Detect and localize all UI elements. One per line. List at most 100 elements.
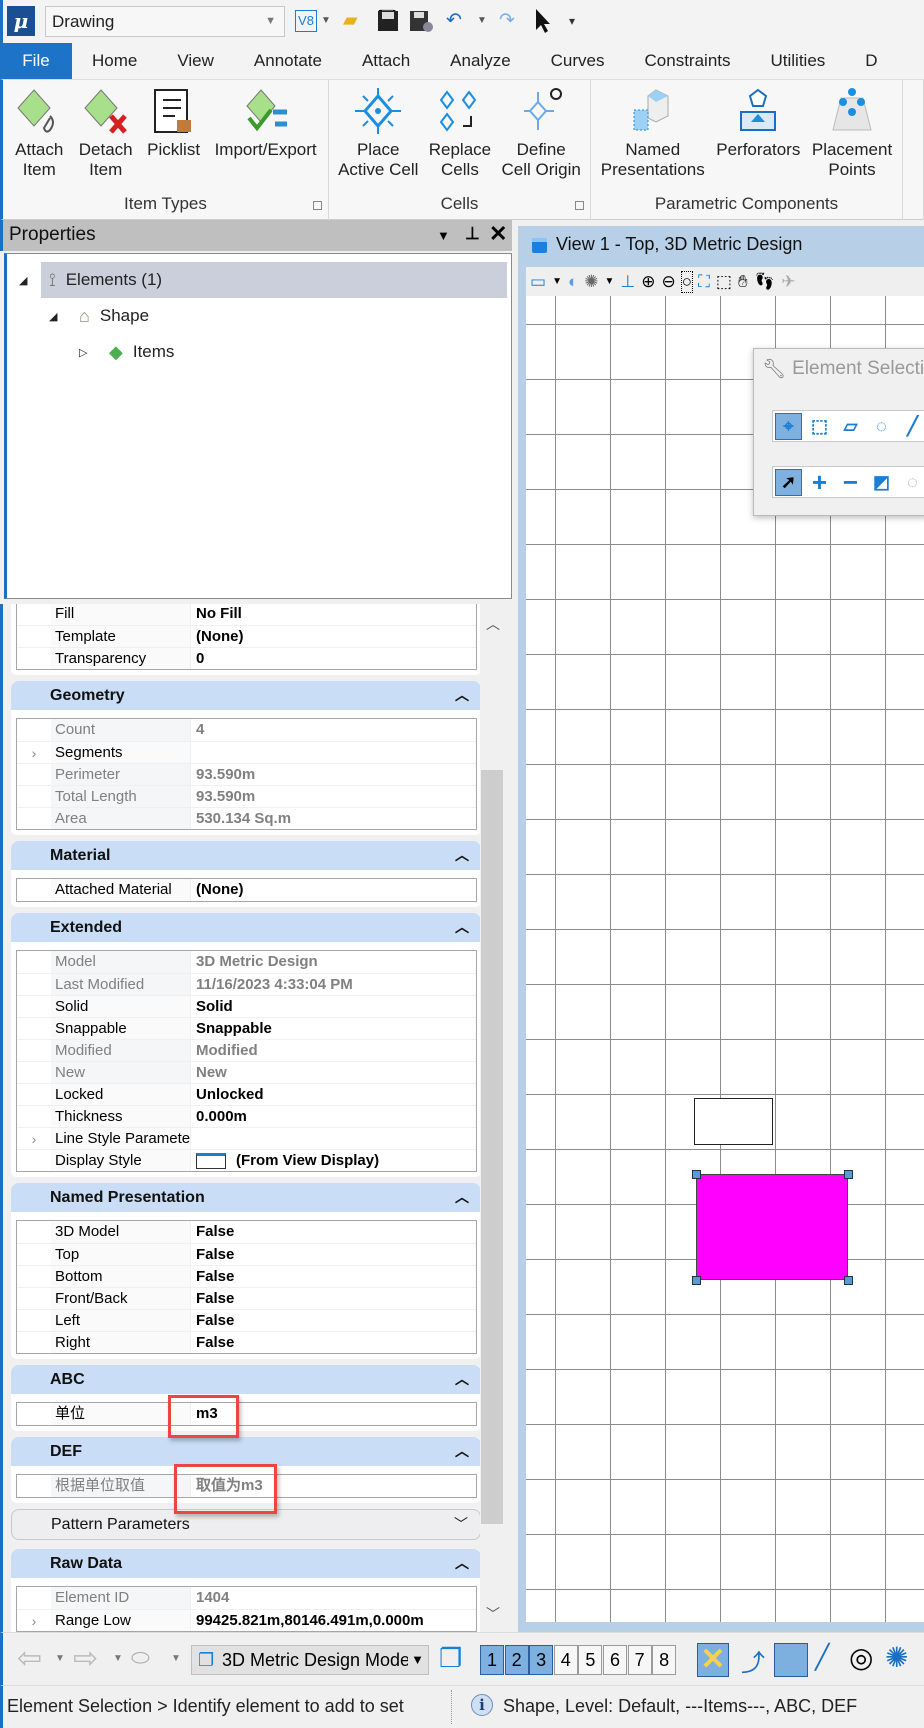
tab-utilities[interactable]: Utilities	[751, 43, 846, 79]
back-icon[interactable]: ⇦	[17, 1641, 42, 1676]
property-row[interactable]: Attached Material (None)	[17, 879, 476, 901]
property-value[interactable]	[191, 1128, 476, 1149]
update-view-icon[interactable]: ⊥	[620, 272, 635, 292]
scrollbar-thumb[interactable]	[481, 770, 503, 1524]
invert-mode-icon[interactable]: ◩	[868, 469, 895, 496]
selected-shape[interactable]	[696, 1174, 848, 1280]
picklist-button[interactable]: Picklist	[147, 86, 200, 180]
tab-constraints[interactable]: Constraints	[625, 43, 751, 79]
attach-item-button[interactable]: Attach Item	[14, 86, 64, 180]
shape-method-icon[interactable]: ▱	[837, 413, 864, 440]
property-row[interactable]: Bottom False	[17, 1265, 476, 1287]
chevron-down-icon[interactable]: ▼	[113, 1653, 123, 1664]
block-method-icon[interactable]: ⬚	[806, 413, 833, 440]
tab-d[interactable]: D	[845, 43, 897, 79]
property-row[interactable]: New New	[17, 1061, 476, 1083]
property-grid-scrollbar[interactable]: ︿ ﹀	[480, 604, 505, 1632]
property-row[interactable]: › Segments	[17, 741, 476, 763]
section-header[interactable]: Material ︿	[11, 841, 481, 870]
property-value[interactable]: (None)	[191, 879, 476, 901]
section-header[interactable]: DEF ︿	[11, 1437, 481, 1466]
new-mode-icon[interactable]: ➚	[775, 468, 802, 496]
undo-icon[interactable]: ↶	[446, 9, 462, 33]
property-value[interactable]: Modified	[191, 1040, 476, 1061]
property-value[interactable]: New	[191, 1062, 476, 1083]
window-area-icon[interactable]: ○	[680, 270, 694, 293]
property-value[interactable]: (From View Display)	[191, 1150, 476, 1171]
redo-icon[interactable]: ↷	[499, 9, 515, 33]
section-header[interactable]: Raw Data ︿	[11, 1549, 481, 1578]
chevron-up-icon[interactable]: ︿	[455, 841, 469, 870]
view-toggle-7[interactable]: 7	[627, 1645, 652, 1675]
property-row[interactable]: Display Style (From View Display)	[17, 1149, 476, 1171]
pin-icon[interactable]: ⊥	[465, 224, 480, 244]
property-row[interactable]: Thickness 0.000m	[17, 1105, 476, 1127]
property-row[interactable]: Right False	[17, 1331, 476, 1353]
snap-icon[interactable]: ⤴	[741, 1643, 765, 1678]
property-row[interactable]: Modified Modified	[17, 1039, 476, 1061]
section-header[interactable]: Extended ︿	[11, 913, 481, 942]
midpoint-snap-icon[interactable]: ╱	[815, 1643, 829, 1672]
property-row[interactable]: › Range Low 99425.821m,80146.491m,0.000m	[17, 1609, 476, 1631]
origin-snap-icon[interactable]: ✺	[885, 1641, 908, 1674]
property-value[interactable]: 1404	[191, 1587, 476, 1609]
grip-handle[interactable]	[844, 1276, 853, 1285]
tree-node-items[interactable]: ▷ ◆ Items	[79, 334, 174, 370]
select-icon[interactable]	[533, 8, 551, 34]
property-row[interactable]: Front/Back False	[17, 1287, 476, 1309]
property-row[interactable]: 单位 m3	[17, 1403, 476, 1425]
walk-icon[interactable]: 👣︎	[754, 272, 776, 292]
keypoint-snap-icon[interactable]	[774, 1643, 808, 1677]
app-logo[interactable]: μ	[7, 6, 35, 36]
define-cell-origin-button[interactable]: Define Cell Origin	[501, 86, 581, 180]
open-icon[interactable]: ▰	[343, 9, 358, 33]
property-value[interactable]: 4	[191, 719, 476, 741]
property-value[interactable]: 99425.821m,80146.491m,0.000m	[191, 1610, 476, 1631]
property-value[interactable]: 93.590m	[191, 764, 476, 785]
save-settings-icon[interactable]	[408, 9, 434, 33]
subtract-mode-icon[interactable]: −	[837, 467, 864, 497]
zoom-out-icon[interactable]: ⊖	[661, 272, 675, 292]
property-row[interactable]: Solid Solid	[17, 995, 476, 1017]
perforators-button[interactable]: Perforators	[716, 86, 800, 180]
save-icon[interactable]	[376, 9, 400, 33]
zoom-in-icon[interactable]: ⊕	[641, 272, 655, 292]
property-value[interactable]: 3D Metric Design	[191, 951, 476, 973]
v8-icon[interactable]: V8	[295, 10, 317, 32]
view-toggle-6[interactable]: 6	[603, 1645, 627, 1675]
chevron-down-icon[interactable]: ﹀	[454, 1510, 468, 1539]
view-toggle-8[interactable]: 8	[652, 1645, 677, 1675]
property-row[interactable]: Element ID 1404	[17, 1587, 476, 1609]
chevron-down-icon[interactable]: ▼	[477, 9, 487, 33]
chevron-down-icon[interactable]: ▼	[552, 276, 562, 287]
tab-file[interactable]: File	[0, 43, 72, 79]
chevron-up-icon[interactable]: ︿	[455, 1183, 469, 1212]
chevron-up-icon[interactable]: ︿	[455, 1549, 469, 1578]
property-row[interactable]: Fill No Fill	[17, 604, 476, 625]
chevron-up-icon[interactable]: ︿	[455, 1365, 469, 1394]
expand-chevron-icon[interactable]: ›	[17, 1128, 51, 1149]
tree-node-elements[interactable]: ◢ ⟟ Elements (1)	[19, 262, 507, 298]
section-header[interactable]: Geometry ︿	[11, 681, 481, 710]
model-icon[interactable]: ⬭	[131, 1645, 150, 1671]
clear-mode-icon[interactable]: ◌	[899, 469, 924, 496]
property-value[interactable]: False	[191, 1244, 476, 1265]
display-style-icon[interactable]: ◐	[568, 272, 578, 292]
grip-handle[interactable]	[844, 1170, 853, 1179]
expand-chevron-icon[interactable]: ›	[17, 1610, 51, 1631]
center-snap-icon[interactable]: ◎	[849, 1641, 873, 1674]
individual-method-icon[interactable]: ⌖	[775, 412, 802, 440]
view-attributes-icon[interactable]: ▭	[530, 272, 546, 292]
property-value[interactable]: 530.134 Sq.m	[191, 808, 476, 829]
property-row[interactable]: Left False	[17, 1309, 476, 1331]
property-value[interactable]: False	[191, 1310, 476, 1331]
detach-item-button[interactable]: Detach Item	[79, 86, 133, 180]
view-toggle-3[interactable]: 3	[529, 1645, 554, 1675]
chevron-down-icon[interactable]: ▼	[55, 1653, 65, 1664]
property-row[interactable]: Count 4	[17, 719, 476, 741]
forward-icon[interactable]: ⇨	[73, 1641, 98, 1676]
tab-home[interactable]: Home	[72, 43, 157, 79]
property-value[interactable]: Solid	[191, 996, 476, 1017]
close-icon[interactable]: ✕	[489, 221, 507, 247]
property-value[interactable]: False	[191, 1288, 476, 1309]
